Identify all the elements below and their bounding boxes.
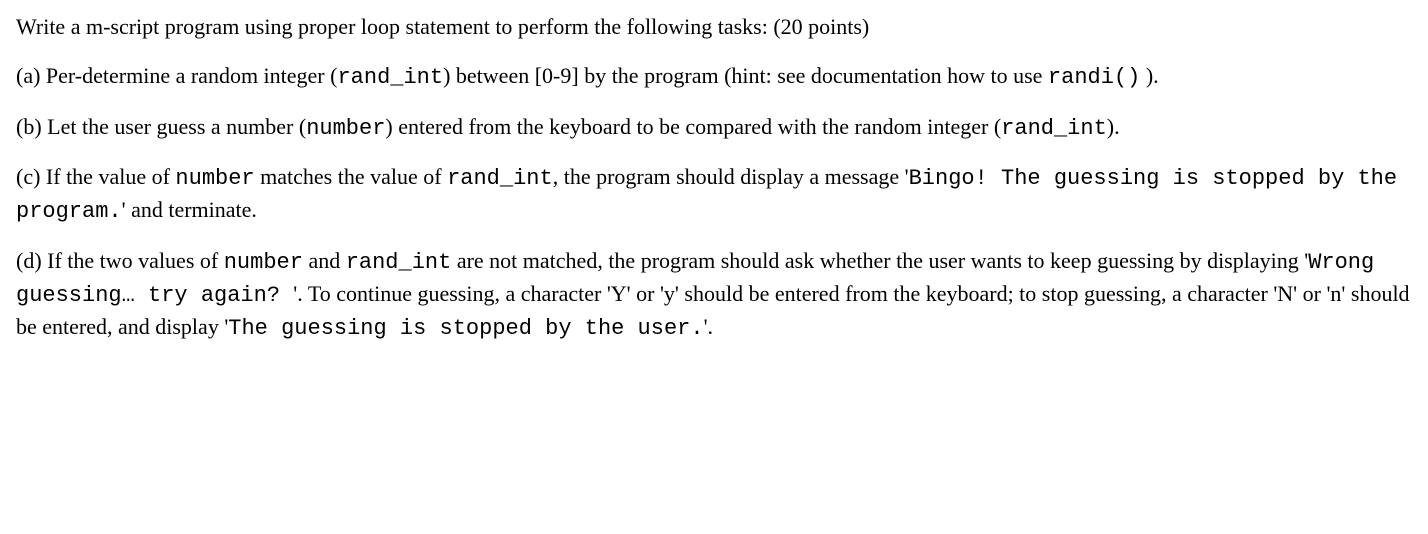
part-d-code1: number	[224, 250, 303, 275]
part-c-paragraph: (c) If the value of number matches the v…	[16, 162, 1412, 228]
part-b-code1: number	[306, 116, 385, 141]
part-b-text3: ).	[1107, 114, 1120, 139]
part-d-text5: '.	[704, 314, 713, 339]
part-d-paragraph: (d) If the two values of number and rand…	[16, 246, 1412, 344]
part-b-text1: (b) Let the user guess a number (	[16, 114, 306, 139]
part-c-text3: , the program should display a message '	[553, 164, 909, 189]
part-c-text1: (c) If the value of	[16, 164, 175, 189]
part-d-code2: rand_int	[346, 250, 452, 275]
part-a-code2: randi()	[1048, 65, 1140, 90]
part-a-paragraph: (a) Per-determine a random integer (rand…	[16, 61, 1412, 94]
part-d-text2: and	[303, 248, 346, 273]
part-a-code1: rand_int	[337, 65, 443, 90]
part-c-text2: matches the value of	[255, 164, 447, 189]
part-d-code4: The guessing is stopped by the user.	[228, 316, 703, 341]
part-c-code1: number	[175, 166, 254, 191]
part-d-text3: are not matched, the program should ask …	[451, 248, 1308, 273]
part-b-code2: rand_int	[1001, 116, 1107, 141]
part-b-paragraph: (b) Let the user guess a number (number)…	[16, 112, 1412, 145]
intro-paragraph: Write a m-script program using proper lo…	[16, 12, 1412, 43]
part-a-text1: (a) Per-determine a random integer (	[16, 63, 337, 88]
part-a-text3: ).	[1140, 63, 1158, 88]
part-d-text1: (d) If the two values of	[16, 248, 224, 273]
part-c-code2: rand_int	[447, 166, 553, 191]
intro-text: Write a m-script program using proper lo…	[16, 14, 869, 39]
part-c-text4: ' and terminate.	[122, 197, 257, 222]
part-a-text2: ) between [0-9] by the program (hint: se…	[443, 63, 1048, 88]
part-b-text2: ) entered from the keyboard to be compar…	[385, 114, 1001, 139]
